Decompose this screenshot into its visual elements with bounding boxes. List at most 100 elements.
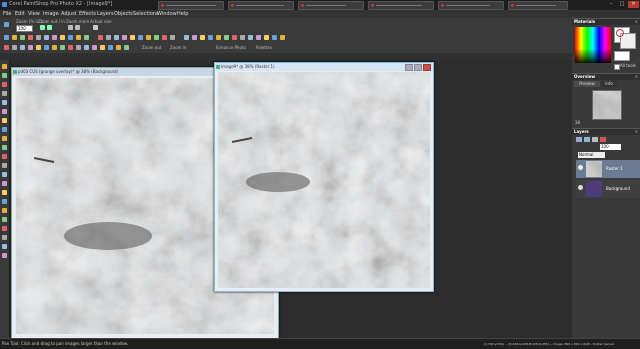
document-canvas[interactable] <box>218 72 430 288</box>
tool-icon[interactable] <box>2 82 7 87</box>
panel-close-icon[interactable]: ✕ <box>635 74 638 80</box>
zoom-in-icon[interactable] <box>47 25 52 30</box>
toolbar-icon[interactable] <box>280 35 285 40</box>
tool-icon[interactable] <box>2 217 7 222</box>
toolbar-icon[interactable] <box>12 45 17 50</box>
toolbar-icon[interactable] <box>192 35 197 40</box>
menu-layers[interactable]: Layers <box>97 10 114 18</box>
tool-icon[interactable] <box>2 181 7 186</box>
toolbar-icon[interactable] <box>100 45 105 50</box>
toolbar-icon[interactable] <box>44 35 49 40</box>
menu-image[interactable]: Image <box>43 10 59 18</box>
toolbar-icon[interactable] <box>232 35 237 40</box>
menu-edit[interactable]: Edit <box>15 10 25 18</box>
toolbar-icon[interactable] <box>52 45 57 50</box>
tool-icon[interactable] <box>2 100 7 105</box>
tool-icon[interactable] <box>2 127 7 132</box>
toolbar-icon[interactable] <box>130 35 135 40</box>
toolbar-icon[interactable] <box>76 35 81 40</box>
taskbar-tab[interactable] <box>298 1 364 10</box>
zoom-less-icon[interactable] <box>75 25 80 30</box>
toolbar-icon[interactable] <box>76 45 81 50</box>
zoom-out-label[interactable]: Zoom out <box>142 45 161 50</box>
toolbar-icon[interactable] <box>264 35 269 40</box>
toolbar-icon[interactable] <box>272 35 277 40</box>
layer-group-icon[interactable] <box>592 137 598 142</box>
zoom-in-label[interactable]: Zoom in <box>170 45 186 50</box>
toolbar-icon[interactable] <box>52 35 57 40</box>
toolbar-icon[interactable] <box>84 35 89 40</box>
delete-layer-icon[interactable] <box>600 137 606 142</box>
document-maximize-button[interactable] <box>414 64 422 71</box>
tool-icon[interactable] <box>2 91 7 96</box>
taskbar-tab[interactable] <box>508 1 568 10</box>
close-button[interactable]: ✕ <box>628 1 639 8</box>
tool-icon[interactable] <box>2 109 7 114</box>
toolbar-icon[interactable] <box>108 45 113 50</box>
material-swatch[interactable] <box>614 51 630 61</box>
toolbar-icon[interactable] <box>4 35 9 40</box>
new-layer-icon[interactable] <box>576 137 582 142</box>
toolbar-icon[interactable] <box>122 35 127 40</box>
toolbar-icon[interactable] <box>60 35 65 40</box>
panel-close-icon[interactable]: ✕ <box>635 19 638 25</box>
document-window-image9[interactable]: Image9* @ 38% (Raster 1) <box>214 62 434 292</box>
toolbar-icon[interactable] <box>12 35 17 40</box>
toolbar-icon[interactable] <box>114 35 119 40</box>
menu-effects[interactable]: Effects <box>79 10 96 18</box>
tool-icon[interactable] <box>2 64 7 69</box>
palettes-label[interactable]: Palettes <box>256 45 272 50</box>
toolbar-icon[interactable] <box>68 45 73 50</box>
zoom-out-icon[interactable] <box>40 25 45 30</box>
layer-mask-icon[interactable] <box>584 137 590 142</box>
overview-thumbnail[interactable] <box>592 90 622 120</box>
toolbar-icon[interactable] <box>154 35 159 40</box>
tool-icon[interactable] <box>2 163 7 168</box>
toolbar-icon[interactable] <box>224 35 229 40</box>
toolbar-icon[interactable] <box>68 35 73 40</box>
tool-icon[interactable] <box>2 226 7 231</box>
toolbar-icon[interactable] <box>138 35 143 40</box>
menu-selections[interactable]: Selections <box>133 10 159 18</box>
tool-icon[interactable] <box>2 118 7 123</box>
toolbar-icon[interactable] <box>184 35 189 40</box>
toolbar-icon[interactable] <box>20 45 25 50</box>
tool-icon[interactable] <box>2 136 7 141</box>
toolbar-icon[interactable] <box>216 35 221 40</box>
tab-info[interactable]: Info <box>601 81 617 87</box>
taskbar-tab[interactable] <box>228 1 294 10</box>
tool-icon[interactable] <box>2 199 7 204</box>
toolbar-icon[interactable] <box>4 45 9 50</box>
taskbar-tab[interactable] <box>158 1 224 10</box>
panel-close-icon[interactable]: ✕ <box>635 129 638 135</box>
toolbar-icon[interactable] <box>44 45 49 50</box>
toolbar-icon[interactable] <box>256 35 261 40</box>
menu-help[interactable]: Help <box>177 10 188 18</box>
toolbar-icon[interactable] <box>200 35 205 40</box>
toolbar-icon[interactable] <box>98 35 103 40</box>
menu-objects[interactable]: Objects <box>114 10 133 18</box>
toolbar-icon[interactable] <box>36 35 41 40</box>
tool-icon[interactable] <box>2 154 7 159</box>
tool-icon[interactable] <box>2 253 7 258</box>
toolbar-icon[interactable] <box>170 35 175 40</box>
tool-icon[interactable] <box>2 73 7 78</box>
layer-item-background[interactable]: Background <box>576 180 640 198</box>
toolbar-icon[interactable] <box>84 45 89 50</box>
toolbar-icon[interactable] <box>162 35 167 40</box>
layer-item-raster[interactable]: Raster 1 <box>576 160 640 178</box>
maximize-button[interactable]: □ <box>617 1 627 8</box>
pan-tool-icon[interactable] <box>4 22 9 27</box>
toolbar-icon[interactable] <box>28 35 33 40</box>
toolbar-icon[interactable] <box>20 35 25 40</box>
tool-icon[interactable] <box>2 145 7 150</box>
zoom-more-icon[interactable] <box>68 25 73 30</box>
tool-icon[interactable] <box>2 190 7 195</box>
toolbar-icon[interactable] <box>124 45 129 50</box>
zoom-input[interactable]: 100 <box>16 25 33 32</box>
toolbar-icon[interactable] <box>28 45 33 50</box>
toolbar-icon[interactable] <box>106 35 111 40</box>
toolbar-icon[interactable] <box>60 45 65 50</box>
tab-preview[interactable]: Preview <box>574 81 600 87</box>
toolbar-icon[interactable] <box>208 35 213 40</box>
